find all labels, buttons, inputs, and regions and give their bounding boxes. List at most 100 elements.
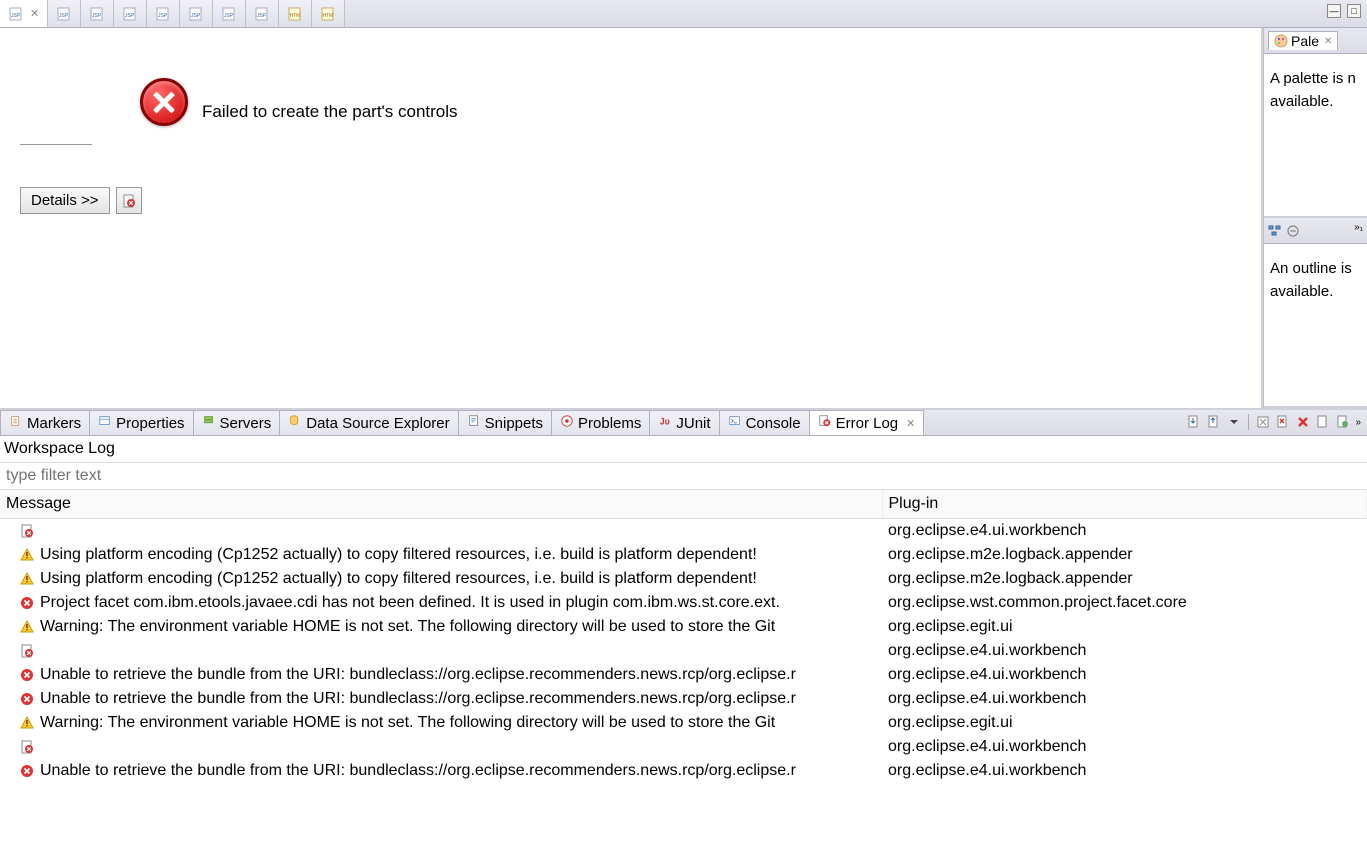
properties-icon xyxy=(98,414,112,432)
editor-area: Failed to create the part's controls Det… xyxy=(0,28,1263,408)
view-tab-label: Snippets xyxy=(485,415,543,432)
log-row[interactable]: Unable to retrieve the bundle from the U… xyxy=(0,687,1367,711)
import-log-icon[interactable] xyxy=(1206,414,1222,430)
editor-tab[interactable]: JSP xyxy=(213,0,246,27)
warning-icon xyxy=(20,572,34,586)
svg-text:JSP: JSP xyxy=(11,13,21,19)
log-row[interactable]: Warning: The environment variable HOME i… xyxy=(0,615,1367,639)
log-row[interactable]: Using platform encoding (Cp1252 actually… xyxy=(0,543,1367,567)
toolbar-overflow[interactable]: » xyxy=(1355,417,1361,428)
view-tab-properties[interactable]: Properties xyxy=(89,410,193,435)
error-doc-icon xyxy=(20,524,34,538)
error-icon xyxy=(20,692,34,706)
view-tab-label: JUnit xyxy=(676,415,710,432)
svg-text:JSP: JSP xyxy=(158,13,168,19)
svg-text:JSP: JSP xyxy=(191,13,201,19)
palette-content: A palette is n available. xyxy=(1264,54,1367,127)
warning-icon xyxy=(20,620,34,634)
column-header-message[interactable]: Message xyxy=(0,490,882,519)
outline-content: An outline is available. xyxy=(1264,244,1367,317)
clear-log-icon[interactable] xyxy=(1255,414,1271,430)
log-row[interactable]: org.eclipse.e4.ui.workbench xyxy=(0,639,1367,663)
svg-text:JSP: JSP xyxy=(257,13,267,19)
open-log-icon[interactable] xyxy=(1315,414,1331,430)
details-button[interactable]: Details >> xyxy=(20,187,110,214)
export-log-icon[interactable] xyxy=(1186,414,1202,430)
log-row[interactable]: org.eclipse.e4.ui.workbench xyxy=(0,735,1367,759)
error-icon xyxy=(20,596,34,610)
editor-tab[interactable]: JSP xyxy=(180,0,213,27)
outline-mode-icon[interactable] xyxy=(1286,224,1300,238)
log-plugin: org.eclipse.e4.ui.workbench xyxy=(882,639,1367,663)
log-row[interactable]: Unable to retrieve the bundle from the U… xyxy=(0,759,1367,783)
views-tab-bar: Markers Properties ServersData Source Expl… xyxy=(0,408,1367,436)
outline-icon xyxy=(1268,224,1282,238)
log-row[interactable]: org.eclipse.e4.ui.workbench xyxy=(0,519,1367,544)
delete-all-icon[interactable] xyxy=(1295,414,1311,430)
view-tab-snippets[interactable]: Snippets xyxy=(458,410,552,435)
error-doc-icon xyxy=(20,740,34,754)
view-tab-data-source-explorer[interactable]: Data Source Explorer xyxy=(279,410,458,435)
datasource-icon xyxy=(288,414,302,432)
editor-tab[interactable]: JSP xyxy=(114,0,147,27)
junit-icon: Jᴜ xyxy=(658,414,672,432)
view-menu-icon[interactable] xyxy=(1226,414,1242,430)
snippets-icon xyxy=(467,414,481,432)
overflow-indicator[interactable]: »₁ xyxy=(1354,222,1363,233)
log-message: Unable to retrieve the bundle from the U… xyxy=(40,666,796,684)
log-plugin: org.eclipse.m2e.logback.appender xyxy=(882,543,1367,567)
jsp-file-icon: JSP xyxy=(56,6,72,22)
view-tab-junit[interactable]: JᴜJUnit xyxy=(649,410,719,435)
log-row[interactable]: Using platform encoding (Cp1252 actually… xyxy=(0,567,1367,591)
palette-icon xyxy=(1274,34,1288,48)
close-icon[interactable]: ✕ xyxy=(30,7,39,20)
editor-tab[interactable]: JSP xyxy=(81,0,114,27)
filter-input[interactable] xyxy=(0,463,1367,490)
restore-log-icon[interactable] xyxy=(1335,414,1351,430)
delete-log-icon[interactable] xyxy=(1275,414,1291,430)
editor-tab[interactable]: HTM xyxy=(312,0,345,27)
view-tab-error-log[interactable]: Error Log✕ xyxy=(809,410,925,435)
error-message: Failed to create the part's controls xyxy=(202,102,458,126)
view-tab-label: Properties xyxy=(116,415,184,432)
view-tab-problems[interactable]: Problems xyxy=(551,410,650,435)
editor-tab[interactable]: JSP xyxy=(246,0,279,27)
svg-text:JSP: JSP xyxy=(125,13,135,19)
maximize-button[interactable]: □ xyxy=(1347,4,1361,18)
problems-icon xyxy=(560,414,574,432)
svg-text:JSP: JSP xyxy=(59,13,69,19)
log-plugin: org.eclipse.e4.ui.workbench xyxy=(882,759,1367,783)
svg-text:HTM: HTM xyxy=(323,13,334,19)
view-tab-markers[interactable]: Markers xyxy=(0,410,90,435)
htm-file-icon: HTM xyxy=(287,6,303,22)
errorlog-toolbar: » xyxy=(1186,414,1361,430)
jsp-file-icon: JSP xyxy=(254,6,270,22)
error-details-button[interactable] xyxy=(116,187,142,214)
errorlog-icon xyxy=(818,414,832,432)
view-tab-label: Console xyxy=(746,415,801,432)
log-plugin: org.eclipse.egit.ui xyxy=(882,711,1367,735)
error-doc-icon xyxy=(20,644,34,658)
palette-tab[interactable]: Pale ✕ xyxy=(1268,31,1338,50)
log-row[interactable]: Unable to retrieve the bundle from the U… xyxy=(0,663,1367,687)
log-message: Warning: The environment variable HOME i… xyxy=(40,618,775,636)
log-row[interactable]: Project facet com.ibm.etools.javaee.cdi … xyxy=(0,591,1367,615)
log-plugin: org.eclipse.m2e.logback.appender xyxy=(882,567,1367,591)
log-plugin: org.eclipse.wst.common.project.facet.cor… xyxy=(882,591,1367,615)
close-icon[interactable]: ✕ xyxy=(1324,36,1332,47)
log-row[interactable]: Warning: The environment variable HOME i… xyxy=(0,711,1367,735)
minimize-button[interactable]: — xyxy=(1327,4,1341,18)
warning-icon xyxy=(20,716,34,730)
log-message: Unable to retrieve the bundle from the U… xyxy=(40,762,796,780)
view-tab-servers[interactable]: Servers xyxy=(193,410,281,435)
log-plugin: org.eclipse.e4.ui.workbench xyxy=(882,663,1367,687)
column-header-plugin[interactable]: Plug-in xyxy=(882,490,1367,519)
editor-tab[interactable]: JSP ✕ xyxy=(0,0,48,27)
editor-tab[interactable]: JSP xyxy=(147,0,180,27)
editor-tab[interactable]: JSP xyxy=(48,0,81,27)
editor-tab[interactable]: HTM xyxy=(279,0,312,27)
close-icon[interactable]: ✕ xyxy=(906,417,915,430)
servers-icon xyxy=(202,414,216,432)
editor-window-controls: — □ xyxy=(1327,4,1361,18)
view-tab-console[interactable]: Console xyxy=(719,410,810,435)
